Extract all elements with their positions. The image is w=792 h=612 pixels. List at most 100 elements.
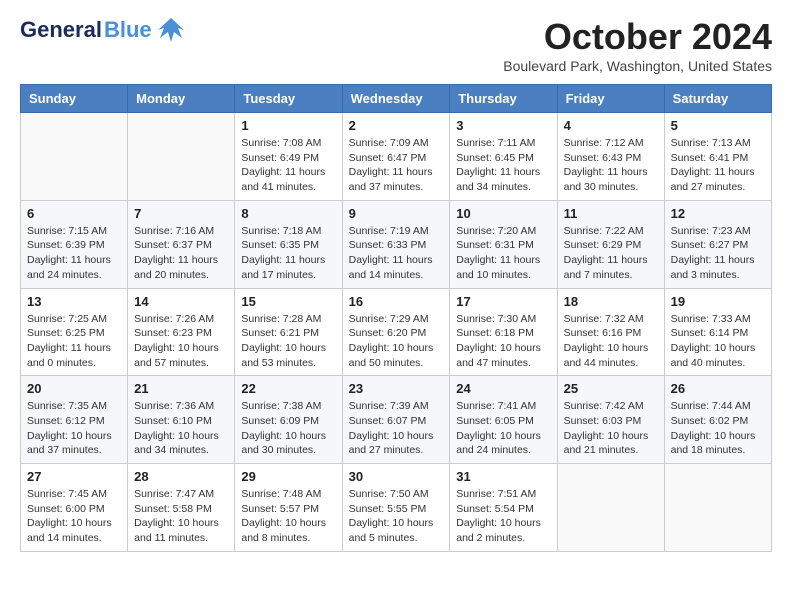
day-number: 16 <box>349 294 444 309</box>
day-header-sunday: Sunday <box>21 85 128 113</box>
day-number: 29 <box>241 469 335 484</box>
cell-content: Sunrise: 7:47 AMSunset: 5:58 PMDaylight:… <box>134 487 228 546</box>
calendar-cell: 31 Sunrise: 7:51 AMSunset: 5:54 PMDayligh… <box>450 464 557 552</box>
calendar-cell <box>664 464 771 552</box>
day-number: 30 <box>349 469 444 484</box>
cell-content: Sunrise: 7:26 AMSunset: 6:23 PMDaylight:… <box>134 312 228 371</box>
cell-content: Sunrise: 7:19 AMSunset: 6:33 PMDaylight:… <box>349 224 444 283</box>
calendar-cell: 2 Sunrise: 7:09 AMSunset: 6:47 PMDaylight… <box>342 113 450 201</box>
cell-content: Sunrise: 7:12 AMSunset: 6:43 PMDaylight:… <box>564 136 658 195</box>
cell-content: Sunrise: 7:18 AMSunset: 6:35 PMDaylight:… <box>241 224 335 283</box>
cell-content: Sunrise: 7:13 AMSunset: 6:41 PMDaylight:… <box>671 136 765 195</box>
day-number: 5 <box>671 118 765 133</box>
calendar-cell: 16Sunrise: 7:29 AMSunset: 6:20 PMDayligh… <box>342 288 450 376</box>
calendar-cell: 5 Sunrise: 7:13 AMSunset: 6:41 PMDaylight… <box>664 113 771 201</box>
calendar-cell: 28 Sunrise: 7:47 AMSunset: 5:58 PMDayligh… <box>128 464 235 552</box>
calendar-cell: 11 Sunrise: 7:22 AMSunset: 6:29 PMDayligh… <box>557 200 664 288</box>
logo-blue: Blue <box>104 17 152 43</box>
day-number: 2 <box>349 118 444 133</box>
calendar-header-row: SundayMondayTuesdayWednesdayThursdayFrid… <box>21 85 772 113</box>
day-number: 14 <box>134 294 228 309</box>
day-number: 10 <box>456 206 550 221</box>
calendar-week-row: 1Sunrise: 7:08 AMSunset: 6:49 PMDaylight… <box>21 113 772 201</box>
calendar-cell: 24Sunrise: 7:41 AMSunset: 6:05 PMDayligh… <box>450 376 557 464</box>
day-number: 11 <box>564 206 658 221</box>
day-header-friday: Friday <box>557 85 664 113</box>
cell-content: Sunrise: 7:33 AMSunset: 6:14 PMDaylight:… <box>671 312 765 371</box>
day-header-wednesday: Wednesday <box>342 85 450 113</box>
day-number: 20 <box>27 381 121 396</box>
cell-content: Sunrise: 7:08 AMSunset: 6:49 PMDaylight:… <box>241 136 335 195</box>
day-number: 12 <box>671 206 765 221</box>
cell-content: Sunrise: 7:22 AMSunset: 6:29 PMDaylight:… <box>564 224 658 283</box>
calendar-cell: 25 Sunrise: 7:42 AMSunset: 6:03 PMDayligh… <box>557 376 664 464</box>
day-number: 9 <box>349 206 444 221</box>
cell-content: Sunrise: 7:39 AMSunset: 6:07 PMDaylight:… <box>349 399 444 458</box>
calendar-cell: 15Sunrise: 7:28 AMSunset: 6:21 PMDayligh… <box>235 288 342 376</box>
logo-bird-icon <box>156 16 186 44</box>
calendar-cell: 14 Sunrise: 7:26 AMSunset: 6:23 PMDayligh… <box>128 288 235 376</box>
calendar-cell: 21 Sunrise: 7:36 AMSunset: 6:10 PMDayligh… <box>128 376 235 464</box>
calendar-cell: 4 Sunrise: 7:12 AMSunset: 6:43 PMDaylight… <box>557 113 664 201</box>
calendar-cell: 26Sunrise: 7:44 AMSunset: 6:02 PMDayligh… <box>664 376 771 464</box>
day-number: 22 <box>241 381 335 396</box>
calendar-cell <box>557 464 664 552</box>
day-number: 21 <box>134 381 228 396</box>
cell-content: Sunrise: 7:45 AMSunset: 6:00 PMDaylight:… <box>27 487 121 546</box>
calendar-week-row: 27Sunrise: 7:45 AMSunset: 6:00 PMDayligh… <box>21 464 772 552</box>
cell-content: Sunrise: 7:35 AMSunset: 6:12 PMDaylight:… <box>27 399 121 458</box>
calendar-cell: 10 Sunrise: 7:20 AMSunset: 6:31 PMDayligh… <box>450 200 557 288</box>
location: Boulevard Park, Washington, United State… <box>503 58 772 74</box>
day-header-monday: Monday <box>128 85 235 113</box>
calendar-week-row: 6Sunrise: 7:15 AMSunset: 6:39 PMDaylight… <box>21 200 772 288</box>
calendar-cell: 23Sunrise: 7:39 AMSunset: 6:07 PMDayligh… <box>342 376 450 464</box>
day-number: 18 <box>564 294 658 309</box>
calendar-cell: 20 Sunrise: 7:35 AMSunset: 6:12 PMDayligh… <box>21 376 128 464</box>
day-number: 8 <box>241 206 335 221</box>
cell-content: Sunrise: 7:41 AMSunset: 6:05 PMDaylight:… <box>456 399 550 458</box>
day-number: 15 <box>241 294 335 309</box>
calendar-cell: 3Sunrise: 7:11 AMSunset: 6:45 PMDaylight… <box>450 113 557 201</box>
calendar-cell: 29 Sunrise: 7:48 AMSunset: 5:57 PMDayligh… <box>235 464 342 552</box>
calendar-cell: 18Sunrise: 7:32 AMSunset: 6:16 PMDayligh… <box>557 288 664 376</box>
calendar-cell: 19Sunrise: 7:33 AMSunset: 6:14 PMDayligh… <box>664 288 771 376</box>
calendar-week-row: 13 Sunrise: 7:25 AMSunset: 6:25 PMDayligh… <box>21 288 772 376</box>
calendar-cell: 17Sunrise: 7:30 AMSunset: 6:18 PMDayligh… <box>450 288 557 376</box>
day-number: 28 <box>134 469 228 484</box>
cell-content: Sunrise: 7:50 AMSunset: 5:55 PMDaylight:… <box>349 487 444 546</box>
day-header-thursday: Thursday <box>450 85 557 113</box>
cell-content: Sunrise: 7:51 AMSunset: 5:54 PMDaylight:… <box>456 487 550 546</box>
day-number: 7 <box>134 206 228 221</box>
logo-general: General <box>20 17 102 43</box>
cell-content: Sunrise: 7:30 AMSunset: 6:18 PMDaylight:… <box>456 312 550 371</box>
day-header-tuesday: Tuesday <box>235 85 342 113</box>
cell-content: Sunrise: 7:20 AMSunset: 6:31 PMDaylight:… <box>456 224 550 283</box>
calendar-week-row: 20 Sunrise: 7:35 AMSunset: 6:12 PMDayligh… <box>21 376 772 464</box>
cell-content: Sunrise: 7:09 AMSunset: 6:47 PMDaylight:… <box>349 136 444 195</box>
cell-content: Sunrise: 7:16 AMSunset: 6:37 PMDaylight:… <box>134 224 228 283</box>
day-number: 26 <box>671 381 765 396</box>
logo: General Blue <box>20 16 186 44</box>
month-title: October 2024 <box>503 16 772 58</box>
day-header-saturday: Saturday <box>664 85 771 113</box>
calendar-cell: 9 Sunrise: 7:19 AMSunset: 6:33 PMDaylight… <box>342 200 450 288</box>
cell-content: Sunrise: 7:25 AMSunset: 6:25 PMDaylight:… <box>27 312 121 371</box>
calendar-cell: 6Sunrise: 7:15 AMSunset: 6:39 PMDaylight… <box>21 200 128 288</box>
day-number: 25 <box>564 381 658 396</box>
calendar-cell <box>21 113 128 201</box>
day-number: 31 <box>456 469 550 484</box>
calendar-table: SundayMondayTuesdayWednesdayThursdayFrid… <box>20 84 772 552</box>
day-number: 3 <box>456 118 550 133</box>
cell-content: Sunrise: 7:36 AMSunset: 6:10 PMDaylight:… <box>134 399 228 458</box>
calendar-cell: 22 Sunrise: 7:38 AMSunset: 6:09 PMDayligh… <box>235 376 342 464</box>
title-section: October 2024 Boulevard Park, Washington,… <box>503 16 772 74</box>
day-number: 6 <box>27 206 121 221</box>
day-number: 4 <box>564 118 658 133</box>
cell-content: Sunrise: 7:38 AMSunset: 6:09 PMDaylight:… <box>241 399 335 458</box>
cell-content: Sunrise: 7:42 AMSunset: 6:03 PMDaylight:… <box>564 399 658 458</box>
calendar-cell: 30 Sunrise: 7:50 AMSunset: 5:55 PMDayligh… <box>342 464 450 552</box>
cell-content: Sunrise: 7:48 AMSunset: 5:57 PMDaylight:… <box>241 487 335 546</box>
header: General Blue October 2024 Boulevard Park… <box>20 16 772 74</box>
calendar-cell: 8 Sunrise: 7:18 AMSunset: 6:35 PMDaylight… <box>235 200 342 288</box>
day-number: 13 <box>27 294 121 309</box>
